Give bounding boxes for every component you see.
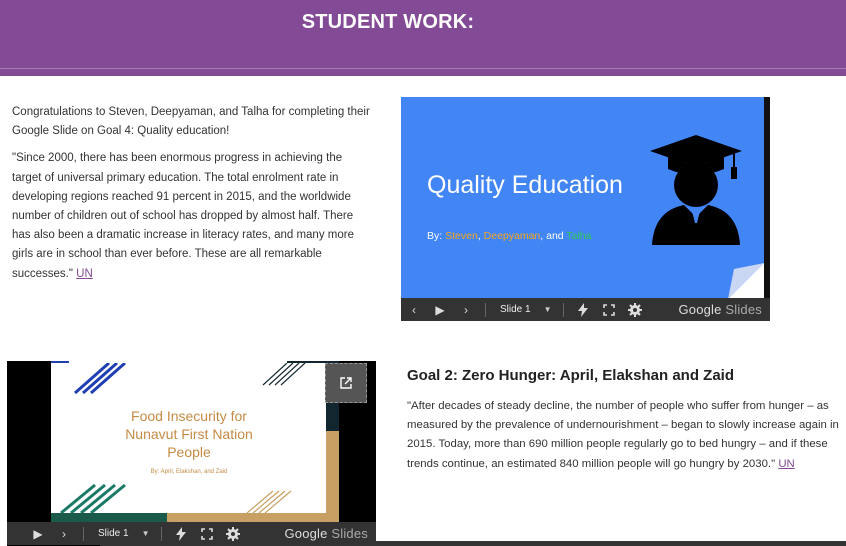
google-slides-logo[interactable]: Google Slides bbox=[678, 302, 770, 317]
author-steven: Steven bbox=[445, 230, 478, 242]
congrats-text: Congratulations to Steven, Deepyaman, an… bbox=[12, 106, 370, 138]
slides-player-bar: ‹ ▶ › Slide 1 ▼ Google Slides bbox=[401, 298, 770, 321]
goal2-quote-body: "After decades of steady decline, the nu… bbox=[407, 400, 839, 470]
slide-select[interactable]: Slide 1 bbox=[90, 528, 137, 539]
divider bbox=[485, 302, 486, 317]
next-slide-button[interactable]: › bbox=[453, 298, 479, 321]
slide-title: Food Insecurity for Nunavut First Nation… bbox=[125, 408, 253, 460]
page-curl-icon bbox=[728, 263, 764, 299]
bottom-strip bbox=[100, 541, 846, 546]
divider bbox=[160, 526, 162, 541]
play-button[interactable]: ▶ bbox=[25, 522, 51, 545]
un-link[interactable]: UN bbox=[778, 458, 794, 470]
prev-slide-button[interactable]: ‹ bbox=[401, 298, 427, 321]
author-deepyaman: Deepyaman bbox=[483, 230, 541, 242]
graduate-icon bbox=[650, 135, 742, 245]
slide-title: Quality Education bbox=[427, 171, 623, 199]
page-title: STUDENT WORK: bbox=[301, 11, 475, 33]
chevron-down-icon[interactable]: ▼ bbox=[539, 305, 557, 314]
slide-food-insecurity[interactable]: Food Insecurity for Nunavut First Nation… bbox=[51, 363, 326, 513]
slide-authors: By: April, Elakshan, and Zaid bbox=[150, 469, 228, 475]
slide-select[interactable]: Slide 1 bbox=[492, 304, 539, 315]
slide-quality-education[interactable]: Quality Education By: Steven, Deepyaman,… bbox=[401, 97, 764, 299]
google-slides-logo[interactable]: Google Slides bbox=[284, 526, 376, 541]
author-sep-2: , and bbox=[540, 230, 567, 242]
chevron-down-icon[interactable]: ▼ bbox=[137, 529, 155, 538]
external-link-icon bbox=[340, 377, 352, 389]
quote-text: "Since 2000, there has been enormous pro… bbox=[12, 149, 374, 283]
open-in-new-button[interactable] bbox=[325, 363, 367, 403]
goal2-heading: Goal 2: Zero Hunger: April, Elakshan and… bbox=[407, 367, 734, 384]
divider bbox=[83, 526, 84, 541]
quote-body: "Since 2000, there has been enormous pro… bbox=[12, 152, 354, 280]
author-talha: Talha bbox=[566, 230, 592, 242]
by-prefix: By: bbox=[427, 230, 446, 242]
slide-authors: By: Steven, Deepyaman, and Talha bbox=[427, 230, 591, 242]
goal2-quote: "After decades of steady decline, the nu… bbox=[407, 397, 843, 474]
divider bbox=[562, 302, 564, 317]
gear-icon[interactable] bbox=[622, 298, 648, 321]
intro-section: Congratulations to Steven, Deepyaman, an… bbox=[12, 103, 374, 292]
lightning-icon[interactable] bbox=[570, 298, 596, 321]
play-button[interactable]: ▶ bbox=[427, 298, 453, 321]
un-link[interactable]: UN bbox=[76, 268, 93, 280]
fullscreen-icon[interactable] bbox=[596, 298, 622, 321]
next-slide-button[interactable]: › bbox=[51, 522, 77, 545]
header-divider bbox=[0, 68, 846, 69]
